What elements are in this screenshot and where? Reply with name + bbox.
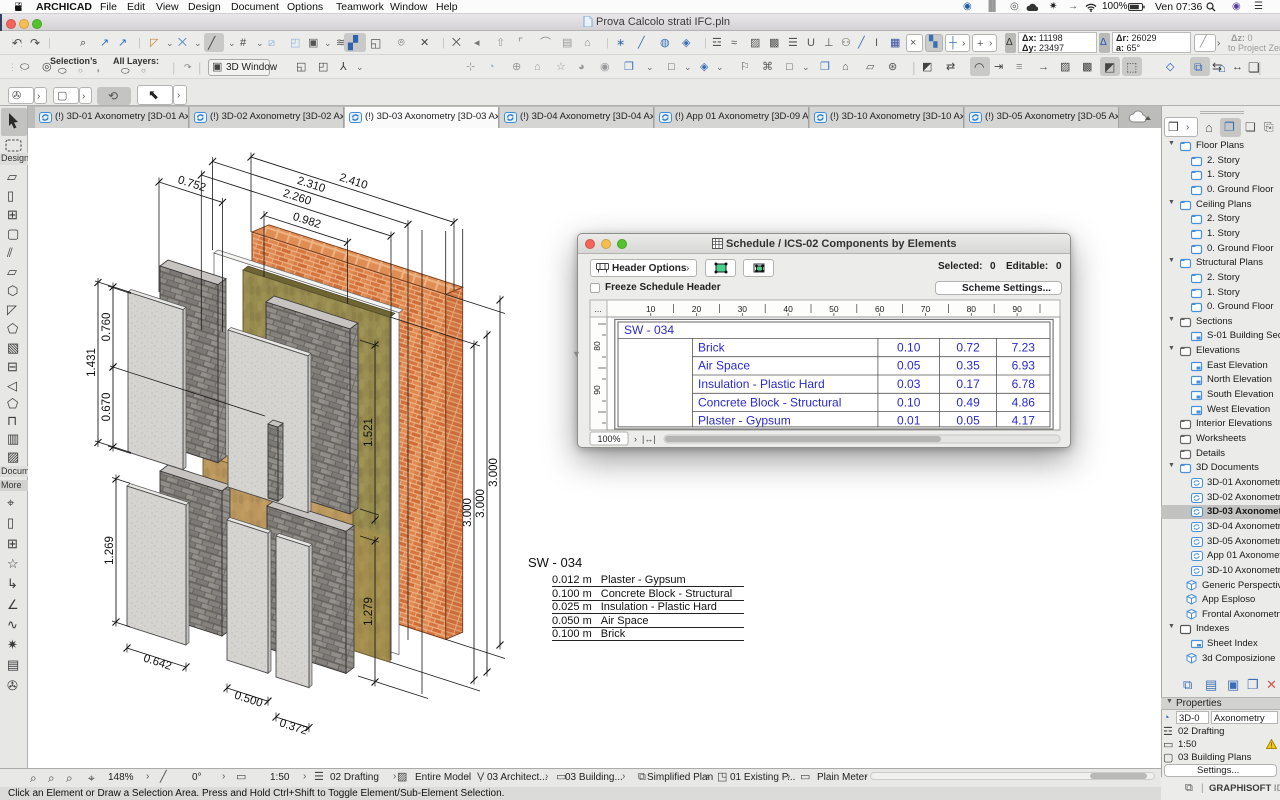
svg-text:Plaster - Gypsum: Plaster - Gypsum [698,414,791,428]
svg-text:0.500: 0.500 [233,690,264,710]
svg-text:2.260: 2.260 [281,188,312,208]
svg-text:0.10: 0.10 [897,395,921,409]
svg-text:0.10: 0.10 [897,340,921,354]
svg-text:0.05: 0.05 [956,414,980,428]
svg-text:0.372: 0.372 [278,717,309,737]
svg-text:1.521: 1.521 [363,418,375,447]
svg-text:0.17: 0.17 [956,377,980,391]
svg-text:2.410: 2.410 [338,172,369,192]
svg-text:10: 10 [646,304,656,314]
svg-text:0.72: 0.72 [956,340,980,354]
svg-text:3.000: 3.000 [462,498,474,527]
svg-text:0.760: 0.760 [101,313,113,342]
svg-text:60: 60 [875,304,885,314]
svg-text:0.670: 0.670 [101,393,113,422]
svg-text:6.93: 6.93 [1012,359,1036,373]
svg-text:0.03: 0.03 [897,377,921,391]
svg-text:80: 80 [967,304,977,314]
svg-text:70: 70 [921,304,931,314]
svg-text:SW - 034: SW - 034 [624,323,674,337]
svg-text:4.17: 4.17 [1012,414,1036,428]
svg-text:...: ... [594,304,602,314]
svg-text:!: ! [1271,743,1273,750]
svg-text:7.23: 7.23 [1012,340,1036,354]
svg-text:0.49: 0.49 [956,395,980,409]
svg-text:30: 30 [738,304,748,314]
svg-text:90: 90 [1012,304,1022,314]
svg-text:3.000: 3.000 [488,458,500,487]
svg-text:0.05: 0.05 [897,359,921,373]
svg-text:0.982: 0.982 [291,211,322,231]
svg-text:0.642: 0.642 [142,653,173,673]
svg-text:50: 50 [829,304,839,314]
svg-text:Brick: Brick [698,340,726,354]
svg-text:3.000: 3.000 [475,489,487,518]
svg-text:1.279: 1.279 [363,597,375,626]
svg-text:0.752: 0.752 [176,174,207,194]
svg-text:40: 40 [783,304,793,314]
svg-text:20: 20 [692,304,702,314]
svg-text:Air Space: Air Space [698,359,750,373]
svg-text:Concrete Block - Structural: Concrete Block - Structural [698,395,841,409]
svg-text:0.35: 0.35 [956,359,980,373]
svg-text:100%: 100% [597,434,620,444]
svg-text:Insulation - Plastic Hard: Insulation - Plastic Hard [698,377,825,391]
svg-text:0.01: 0.01 [897,414,921,428]
svg-text:|↔|: |↔| [642,434,656,444]
svg-text:80: 80 [592,341,602,351]
svg-text:1.269: 1.269 [104,536,116,565]
svg-text:4.86: 4.86 [1012,395,1036,409]
svg-text:6.78: 6.78 [1012,377,1036,391]
svg-text:›: › [634,434,637,444]
svg-text:90: 90 [592,385,602,395]
svg-text:1.431: 1.431 [86,348,98,377]
